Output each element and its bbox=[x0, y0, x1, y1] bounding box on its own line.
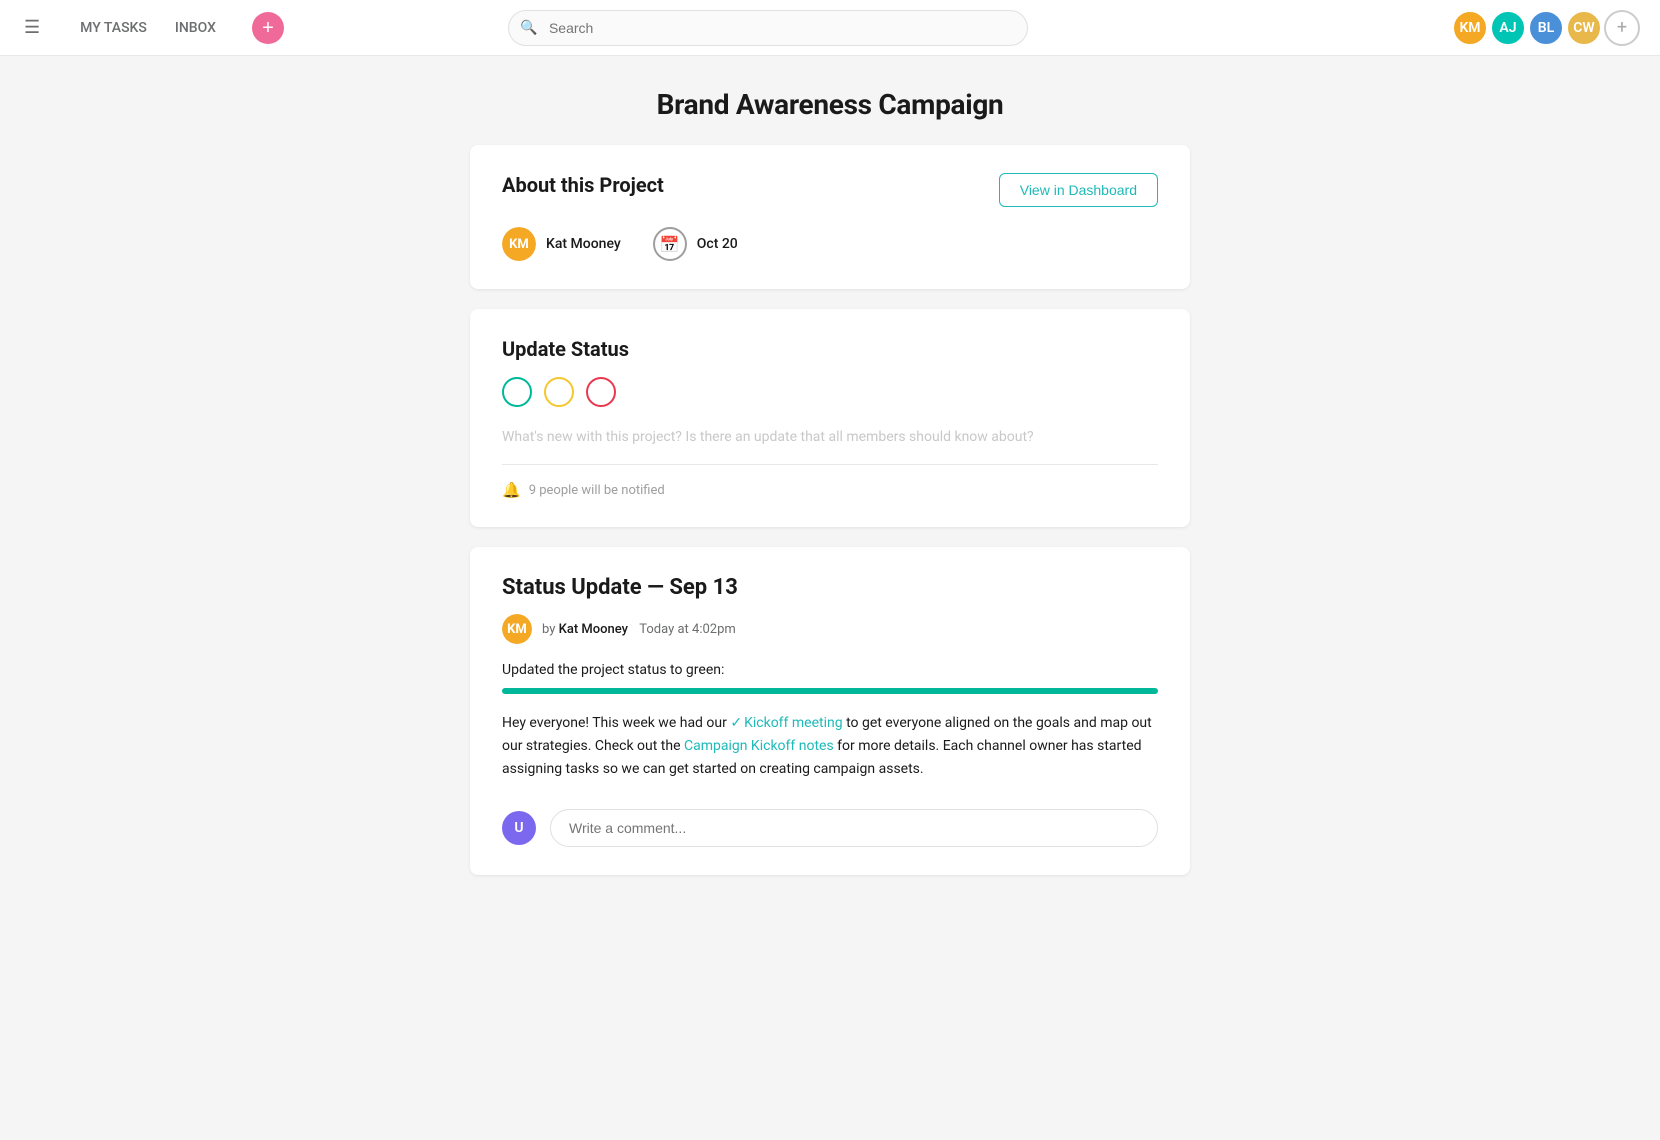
update-body: Hey everyone! This week we had our ✓Kick… bbox=[502, 712, 1158, 781]
status-circles bbox=[502, 377, 1158, 407]
main-content: About this Project View in Dashboard KM … bbox=[450, 145, 1210, 935]
notification-row: 🔔 9 people will be notified bbox=[502, 481, 1158, 499]
status-placeholder[interactable]: What's new with this project? Is there a… bbox=[502, 427, 1158, 448]
status-input-area[interactable]: What's new with this project? Is there a… bbox=[502, 427, 1158, 465]
page-header: Brand Awareness Campaign bbox=[0, 56, 1660, 145]
inbox-link[interactable]: INBOX bbox=[163, 14, 228, 42]
project-meta: KM Kat Mooney 📅 Oct 20 bbox=[502, 227, 1158, 261]
project-date: Oct 20 bbox=[697, 236, 738, 252]
topnav: ☰ MY TASKS INBOX + 🔍 KM AJ BL CW + bbox=[0, 0, 1660, 56]
page-title: Brand Awareness Campaign bbox=[0, 88, 1660, 121]
hamburger-icon[interactable]: ☰ bbox=[20, 13, 44, 42]
owner-name: Kat Mooney bbox=[546, 236, 621, 252]
about-card-title: About this Project bbox=[502, 173, 664, 197]
search-container: 🔍 bbox=[508, 10, 1028, 46]
calendar-icon: 📅 bbox=[653, 227, 687, 261]
update-author-row: KM by Kat Mooney Today at 4:02pm bbox=[502, 614, 1158, 644]
add-member-button[interactable]: + bbox=[1604, 10, 1640, 46]
status-circle-green[interactable] bbox=[502, 377, 532, 407]
avatar-4[interactable]: CW bbox=[1566, 10, 1602, 46]
owner-meta: KM Kat Mooney bbox=[502, 227, 621, 261]
nav-avatars: KM AJ BL CW + bbox=[1452, 10, 1640, 46]
status-update-title: Status Update — Sep 13 bbox=[502, 575, 1158, 600]
view-dashboard-button[interactable]: View in Dashboard bbox=[999, 173, 1158, 207]
comment-input[interactable] bbox=[550, 809, 1158, 847]
bell-icon: 🔔 bbox=[502, 481, 521, 499]
author-avatar-img: KM bbox=[502, 614, 532, 644]
owner-avatar: KM bbox=[502, 227, 536, 261]
kickoff-meeting-link[interactable]: Kickoff meeting bbox=[744, 715, 843, 731]
comment-area: U bbox=[502, 805, 1158, 847]
nav-links: MY TASKS INBOX bbox=[68, 14, 228, 42]
author-name: Kat Mooney bbox=[559, 622, 628, 637]
about-project-card: About this Project View in Dashboard KM … bbox=[470, 145, 1190, 289]
about-card-header: About this Project View in Dashboard bbox=[502, 173, 1158, 207]
update-status-title: Update Status bbox=[502, 337, 1158, 361]
by-label: by bbox=[542, 622, 559, 637]
comment-user-avatar: U bbox=[502, 811, 536, 845]
status-update-card: Status Update — Sep 13 KM by Kat Mooney … bbox=[470, 547, 1190, 875]
author-avatar: KM bbox=[502, 614, 532, 644]
update-status-label: Updated the project status to green: bbox=[502, 662, 1158, 678]
owner-avatar-img: KM bbox=[502, 227, 536, 261]
notification-text: 9 people will be notified bbox=[529, 483, 665, 498]
status-circle-yellow[interactable] bbox=[544, 377, 574, 407]
update-status-card: Update Status What's new with this proje… bbox=[470, 309, 1190, 527]
checkmark-icon: ✓ bbox=[730, 715, 742, 731]
search-input[interactable] bbox=[508, 10, 1028, 46]
green-status-bar bbox=[502, 688, 1158, 694]
campaign-notes-link[interactable]: Campaign Kickoff notes bbox=[684, 738, 834, 754]
timestamp: Today at 4:02pm bbox=[639, 622, 736, 637]
date-meta: 📅 Oct 20 bbox=[653, 227, 738, 261]
my-tasks-link[interactable]: MY TASKS bbox=[68, 14, 159, 42]
avatar-3[interactable]: BL bbox=[1528, 10, 1564, 46]
body-prefix: Hey everyone! This week we had our bbox=[502, 715, 730, 731]
author-text: by Kat Mooney Today at 4:02pm bbox=[542, 622, 736, 637]
add-button[interactable]: + bbox=[252, 12, 284, 44]
status-circle-red[interactable] bbox=[586, 377, 616, 407]
avatar-2[interactable]: AJ bbox=[1490, 10, 1526, 46]
avatar-1[interactable]: KM bbox=[1452, 10, 1488, 46]
